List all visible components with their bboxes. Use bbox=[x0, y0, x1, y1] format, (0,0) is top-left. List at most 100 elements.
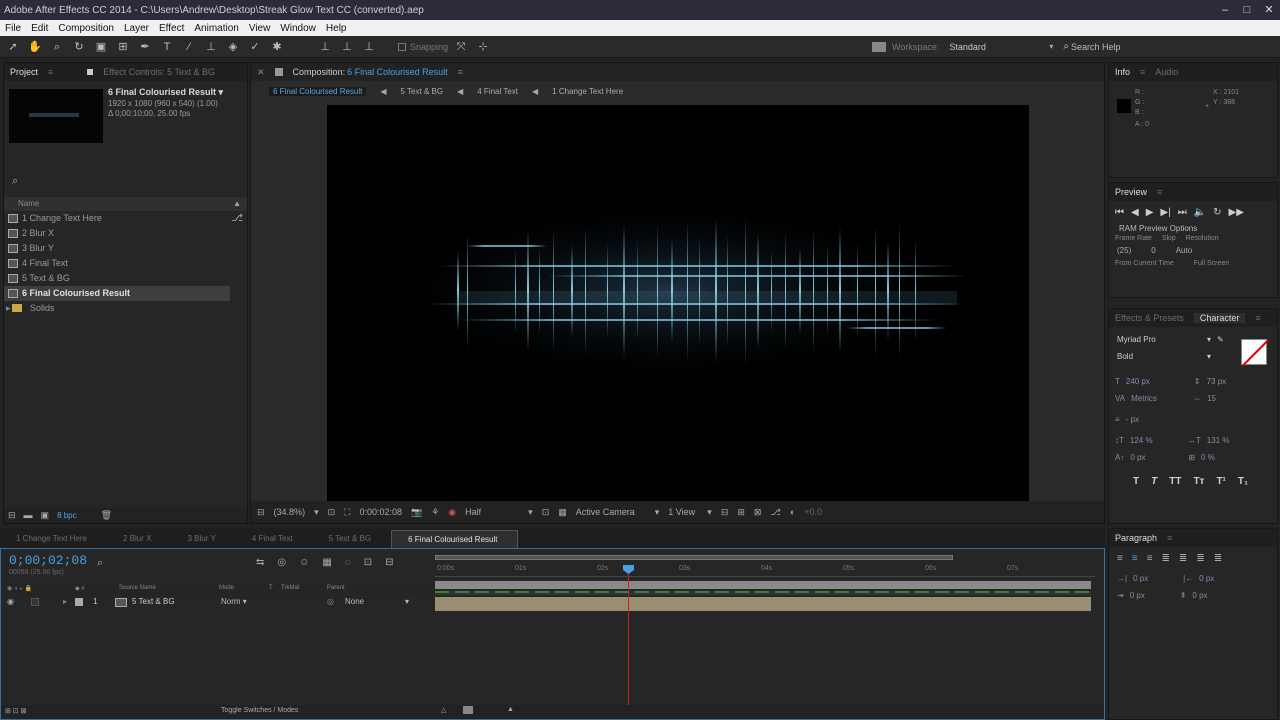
selection-tool-icon[interactable]: ➚ bbox=[4, 39, 22, 55]
work-area-bar[interactable] bbox=[435, 555, 953, 560]
composition-viewer[interactable] bbox=[327, 105, 1029, 501]
loop-icon[interactable]: ↻ bbox=[1213, 207, 1221, 218]
brush-tool-icon[interactable]: ∕ bbox=[180, 39, 198, 55]
region-icon[interactable]: ⛶ bbox=[344, 507, 350, 518]
all-caps-icon[interactable]: TT bbox=[1169, 476, 1181, 487]
view-layout-dropdown[interactable]: 1 View bbox=[668, 507, 698, 517]
expand-layer-icon[interactable]: ▸ bbox=[63, 597, 67, 606]
menu-help[interactable]: Help bbox=[321, 23, 352, 34]
font-style-dropdown[interactable]: Bold bbox=[1117, 352, 1201, 361]
menu-view[interactable]: View bbox=[244, 23, 276, 34]
project-item-selected[interactable]: 6 Final Colourised Result bbox=[4, 286, 230, 301]
faux-italic-icon[interactable]: T bbox=[1151, 476, 1157, 487]
breadcrumb-item[interactable]: 5 Text & BG bbox=[401, 87, 444, 96]
pan-behind-tool-icon[interactable]: ⊞ bbox=[114, 39, 132, 55]
from-current-checkbox[interactable]: From Current Time bbox=[1115, 260, 1174, 267]
chevron-down-icon[interactable]: ▾ bbox=[405, 597, 409, 606]
trash-icon[interactable]: 🗑 bbox=[101, 510, 112, 521]
shy-icon[interactable]: ☺ bbox=[299, 557, 309, 568]
justify-left-icon[interactable]: ≣ bbox=[1162, 553, 1170, 564]
close-button[interactable]: ✕ bbox=[1258, 2, 1280, 18]
expand-arrow-icon[interactable]: ▸ bbox=[6, 301, 11, 316]
tracking-value[interactable]: 15 bbox=[1207, 394, 1216, 403]
timeline-search-icon[interactable]: ⌕ bbox=[97, 557, 103, 570]
sort-arrow-icon[interactable]: ▲ bbox=[233, 197, 241, 211]
column-source-name[interactable]: Source Name bbox=[119, 585, 156, 591]
layer-name[interactable]: 5 Text & BG bbox=[132, 597, 175, 606]
vertical-scale-value[interactable]: 124 % bbox=[1130, 436, 1182, 445]
zoom-dropdown[interactable]: (34.8%) bbox=[274, 507, 306, 517]
panel-menu-icon[interactable]: ≡ bbox=[1167, 533, 1172, 543]
panel-menu-icon[interactable]: ≡ bbox=[48, 67, 53, 77]
ram-preview-icon[interactable]: ▶▶ bbox=[1229, 207, 1244, 218]
superscript-icon[interactable]: T¹ bbox=[1216, 476, 1225, 487]
chevron-down-icon[interactable]: ▾ bbox=[1207, 352, 1211, 361]
timeline-layer-row[interactable]: ◉ ▸ 1 5 Text & BG Norm ▾ ◎ None ▾ bbox=[1, 596, 433, 610]
panel-menu-icon[interactable]: ≡ bbox=[1157, 187, 1162, 197]
full-screen-checkbox[interactable]: Full Screen bbox=[1194, 260, 1229, 267]
chevron-down-icon[interactable]: ▾ bbox=[655, 507, 660, 518]
tab-effect-controls[interactable]: Effect Controls: 5 Text & BG bbox=[103, 67, 215, 77]
visibility-eye-icon[interactable]: ◉ bbox=[7, 597, 14, 606]
timeline-tab[interactable]: 5 Text & BG bbox=[313, 530, 392, 548]
menu-file[interactable]: File bbox=[0, 23, 26, 34]
font-family-dropdown[interactable]: Myriad Pro bbox=[1117, 335, 1201, 344]
exposure-value[interactable]: +0.0 bbox=[804, 507, 822, 517]
align-center-icon[interactable]: ≡ bbox=[1132, 553, 1138, 564]
subscript-icon[interactable]: T₁ bbox=[1238, 476, 1248, 487]
footer-toggle-icons[interactable]: ⊞ ⊡ ⊠ bbox=[5, 707, 27, 715]
timeline-timecode[interactable]: 0;00;02;08 bbox=[9, 553, 87, 568]
lock-icon[interactable] bbox=[274, 68, 283, 76]
workspace-chevron-icon[interactable]: ▾ bbox=[1049, 42, 1053, 51]
safe-zones-icon[interactable]: ⊡ bbox=[328, 507, 336, 518]
motion-blur-icon[interactable]: ◌ bbox=[345, 557, 351, 568]
audio-icon[interactable]: 🔈 bbox=[1194, 207, 1206, 218]
transparency-grid-icon[interactable]: ▦ bbox=[558, 507, 567, 518]
snap-option-icon[interactable]: ⤧ bbox=[452, 39, 470, 55]
pickwhip-icon[interactable]: ◎ bbox=[327, 597, 334, 606]
timeline-icon[interactable]: ⊠ bbox=[754, 507, 762, 518]
bpc-button[interactable]: 8 bpc bbox=[57, 511, 77, 520]
faux-bold-icon[interactable]: T bbox=[1133, 476, 1139, 487]
breadcrumb-item[interactable]: 4 Final Text bbox=[477, 87, 518, 96]
timeline-tab[interactable]: 3 Blur Y bbox=[171, 530, 235, 548]
play-icon[interactable]: ▶ bbox=[1146, 207, 1154, 218]
composition-tab-name[interactable]: 6 Final Colourised Result bbox=[347, 67, 448, 77]
time-ruler[interactable]: 0:00s 01s 02s 03s 04s 05s 06s 07s bbox=[435, 565, 1095, 577]
font-size-value[interactable]: 240 px bbox=[1126, 377, 1188, 386]
align-right-icon[interactable]: ≡ bbox=[1147, 553, 1153, 564]
pen-tool-icon[interactable]: ✒ bbox=[136, 39, 154, 55]
frame-blending-icon[interactable]: ▦ bbox=[322, 557, 331, 568]
tab-character[interactable]: Character bbox=[1193, 313, 1246, 323]
tab-audio[interactable]: Audio bbox=[1155, 67, 1178, 77]
justify-right-icon[interactable]: ≣ bbox=[1196, 553, 1204, 564]
column-name[interactable]: Name bbox=[18, 199, 39, 208]
zoom-slider[interactable] bbox=[463, 706, 473, 714]
type-tool-icon[interactable]: T bbox=[158, 39, 176, 55]
project-item[interactable]: 3 Blur Y bbox=[4, 241, 247, 256]
column-trkmat[interactable]: TrkMat bbox=[281, 585, 299, 591]
skip-dropdown[interactable]: 0 bbox=[1151, 246, 1155, 255]
new-folder-icon[interactable]: ▬ bbox=[24, 510, 33, 520]
rotate-tool-icon[interactable]: ↻ bbox=[70, 39, 88, 55]
stroke-width-value[interactable]: - px bbox=[1126, 415, 1139, 424]
zoom-out-icon[interactable]: △ bbox=[441, 706, 446, 714]
graph-editor-icon[interactable]: ⊡ bbox=[364, 557, 372, 568]
timeline-tab[interactable]: 1 Change Text Here bbox=[0, 530, 107, 548]
comp-mini-flowchart-icon[interactable]: ⇆ bbox=[256, 557, 264, 568]
project-search-icon[interactable]: ⌕ bbox=[12, 175, 18, 188]
snapping-checkbox[interactable] bbox=[398, 42, 406, 51]
search-help-input[interactable]: Search Help bbox=[1071, 42, 1121, 52]
tsume-value[interactable]: 0 % bbox=[1201, 453, 1215, 462]
column-parent[interactable]: Parent bbox=[327, 585, 345, 591]
project-item-folder[interactable]: ▸ Solids bbox=[4, 301, 247, 316]
menu-window[interactable]: Window bbox=[275, 23, 321, 34]
menu-animation[interactable]: Animation bbox=[189, 23, 243, 34]
chevron-down-icon[interactable]: ▾ bbox=[1207, 335, 1211, 344]
panel-menu-icon[interactable]: ≡ bbox=[1140, 67, 1145, 77]
project-item[interactable]: 1 Change Text Here bbox=[4, 211, 247, 226]
project-column-header[interactable]: Name ▲ bbox=[4, 197, 247, 211]
last-frame-icon[interactable]: ⏭ bbox=[1178, 207, 1187, 218]
flowchart-view-icon[interactable]: ⎇ bbox=[770, 507, 780, 518]
axis-local-icon[interactable]: ⊥ bbox=[316, 39, 334, 55]
